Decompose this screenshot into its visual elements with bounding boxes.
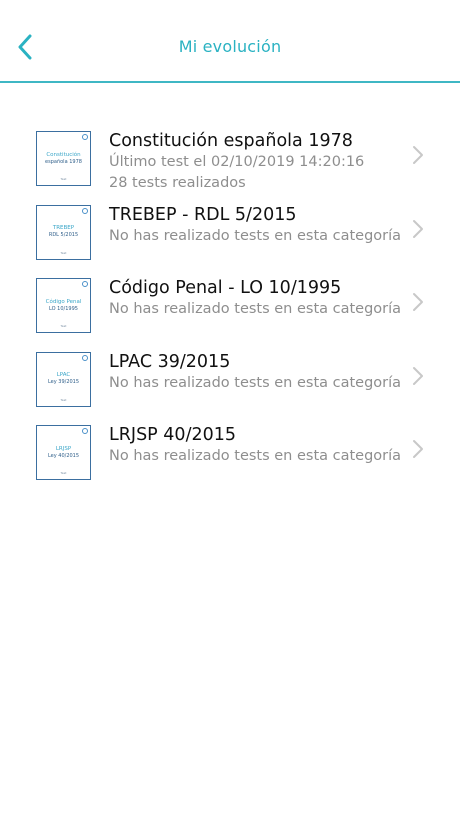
cover-line1: Constitución [46, 151, 81, 158]
cover-line1: LPAC [56, 372, 71, 378]
list-item[interactable]: LPAC Ley 39/2015 Test LPAC 39/2015 No ha… [0, 351, 460, 425]
logo-icon [82, 428, 88, 434]
logo-icon [82, 134, 88, 140]
item-title: TREBEP - RDL 5/2015 [109, 204, 297, 225]
cover-line2: LO 10/1995 [49, 305, 78, 312]
cover-footer: Test [60, 250, 67, 255]
page-title: Mi evolución [178, 37, 282, 56]
item-status: No has realizado tests en esta categoría [109, 301, 402, 317]
item-text: LRJSP 40/2015 No has realizado tests en … [109, 424, 401, 467]
item-text: Constitución española 1978 Último test e… [109, 130, 364, 194]
cover-line1: LRJSP [55, 445, 72, 452]
item-title: LPAC 39/2015 [109, 351, 231, 372]
item-status: No has realizado tests en esta categoría [109, 227, 402, 244]
chevron-right-icon [413, 293, 423, 311]
cover-line2: Ley 40/2015 [47, 452, 80, 459]
category-cover: Constitución española 1978 Test [36, 131, 91, 186]
item-status: No has realizado tests en esta categoría [109, 374, 402, 391]
item-title: Código Penal - LO 10/1995 [109, 278, 342, 298]
item-text: Código Penal - LO 10/1995 No has realiza… [109, 277, 401, 320]
logo-icon [82, 207, 88, 214]
list-item[interactable]: Código Penal LO 10/1995 Test Código Pena… [0, 277, 460, 351]
top-bar: Mi evolución [0, 0, 460, 83]
cover-line2: RDL 5/2015 [48, 232, 79, 238]
item-status: No has realizado tests en esta categoría [109, 448, 402, 464]
chevron-right-icon [413, 440, 423, 458]
category-cover: TREBEP RDL 5/2015 Test [36, 204, 91, 260]
list-item[interactable]: LRJSP Ley 40/2015 Test LRJSP 40/2015 No … [0, 424, 460, 498]
logo-icon [82, 281, 88, 287]
list-item[interactable]: TREBEP RDL 5/2015 Test TREBEP - RDL 5/20… [0, 204, 460, 278]
cover-line1: TREBEP [52, 225, 75, 231]
category-cover: Código Penal LO 10/1995 Test [36, 278, 91, 333]
cover-footer: Test [60, 177, 67, 181]
cover-footer: Test [60, 471, 67, 475]
logo-icon [82, 354, 88, 361]
item-text: LPAC 39/2015 No has realizado tests en e… [109, 351, 401, 394]
item-test-count: 28 tests realizados [109, 175, 246, 191]
list-item[interactable]: Constitución española 1978 Test Constitu… [0, 130, 460, 204]
chevron-right-icon [413, 219, 423, 238]
category-cover: LPAC Ley 39/2015 Test [36, 351, 91, 407]
cover-line2: española 1978 [45, 158, 82, 165]
category-cover: LRJSP Ley 40/2015 Test [36, 425, 91, 480]
item-title: Constitución española 1978 [109, 131, 353, 151]
item-text: TREBEP - RDL 5/2015 No has realizado tes… [109, 204, 401, 247]
chevron-right-icon [413, 366, 423, 385]
item-title: LRJSP 40/2015 [109, 425, 236, 445]
item-last-test: Último test el 02/10/2019 14:20:16 [109, 154, 365, 170]
cover-line1: Código Penal [45, 298, 82, 305]
cover-line2: Ley 39/2015 [47, 379, 80, 385]
chevron-right-icon [413, 146, 423, 164]
cover-footer: Test [60, 397, 67, 402]
category-list: Constitución española 1978 Test Constitu… [0, 83, 460, 498]
cover-footer: Test [60, 324, 67, 328]
